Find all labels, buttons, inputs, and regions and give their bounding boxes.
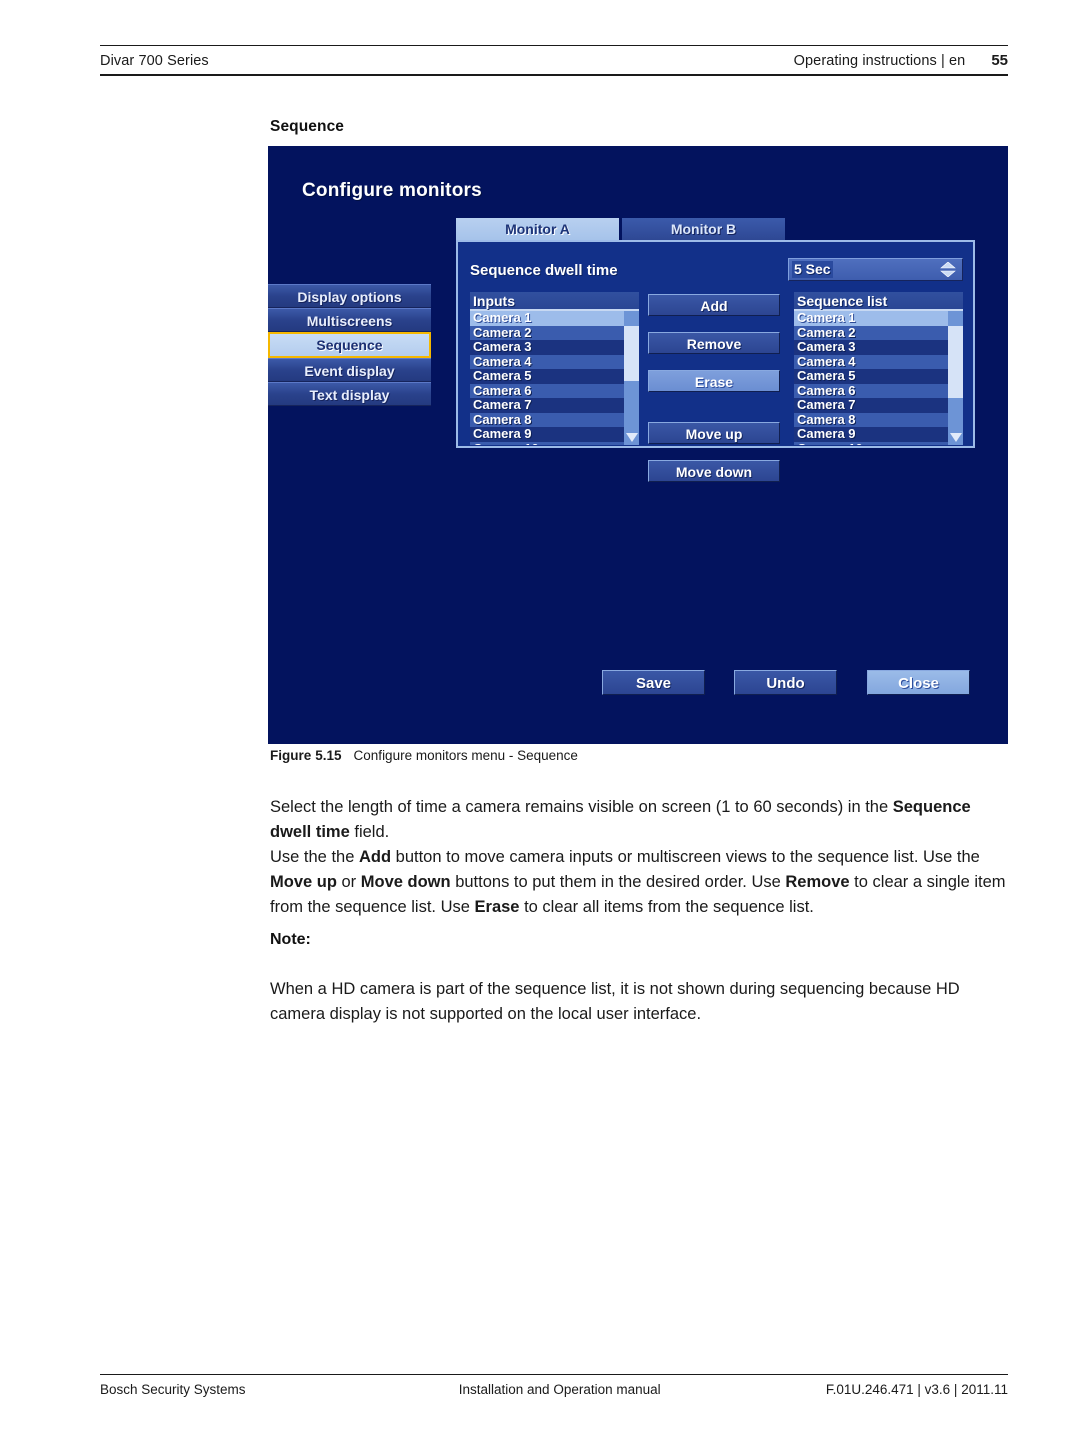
para2-bold-remove: Remove <box>785 873 850 891</box>
chevron-down-icon[interactable] <box>948 430 963 445</box>
inputs-list-item[interactable]: Camera 9 <box>470 427 624 442</box>
page-footer: Bosch Security Systems Installation and … <box>100 1374 1008 1397</box>
footer-row: Bosch Security Systems Installation and … <box>100 1375 1008 1397</box>
sequence-list-item[interactable]: Camera 3 <box>794 340 948 355</box>
inputs-list-scrollbar[interactable] <box>624 311 639 445</box>
tab-monitor-a[interactable]: Monitor A <box>456 218 619 240</box>
dwell-time-label: Sequence dwell time <box>470 262 618 279</box>
save-button[interactable]: Save <box>602 670 705 695</box>
sequence-list-item[interactable]: Camera 7 <box>794 398 948 413</box>
ui-window-title: Configure monitors <box>302 180 482 201</box>
para2-part-c: or <box>336 873 361 891</box>
sequence-list-item[interactable]: Camera 10 <box>794 441 948 445</box>
figure-image-configure-monitors: Configure monitors Monitor A Monitor B D… <box>268 146 1008 744</box>
sidebar-nav-list: Display options Multiscreens Sequence Ev… <box>268 284 431 406</box>
move-up-button[interactable]: Move up <box>648 422 780 444</box>
inputs-list-body: Camera 1 Camera 2 Camera 3 Camera 4 Camera 5… <box>470 311 639 445</box>
inputs-list-item[interactable]: Camera 1 <box>470 311 624 326</box>
inputs-list-item[interactable]: Camera 10 <box>470 441 624 445</box>
footer-company: Bosch Security Systems <box>100 1382 246 1397</box>
page-header: Divar 700 Series Operating instructions … <box>100 45 1008 76</box>
figure-caption-text: Configure monitors menu - Sequence <box>353 748 578 763</box>
para2-bold-erase: Erase <box>474 898 520 916</box>
dwell-time-value: 5 Sec <box>792 261 833 278</box>
inputs-scrollbar-thumb[interactable] <box>624 325 639 381</box>
inputs-list-block: Inputs Camera 1 Camera 2 Camera 3 Camera 4C… <box>470 292 639 445</box>
inputs-list-item[interactable]: Camera 8 <box>470 412 624 427</box>
para2-bold-move-down: Move down <box>360 873 451 891</box>
inputs-list-item[interactable]: Camera 2 <box>470 325 624 340</box>
sequence-list-scrollbar[interactable] <box>948 311 963 445</box>
sequence-list-header: Sequence list <box>794 292 963 311</box>
sequence-list-body: Camera 1 Camera 2 Camera 3 Camera 4 Camera 5… <box>794 311 963 445</box>
chevron-down-icon[interactable] <box>624 430 639 445</box>
para2-bold-add: Add <box>358 848 392 866</box>
sidebar-item-text-display[interactable]: Text display <box>268 382 431 406</box>
sequence-scrollbar-thumb[interactable] <box>948 325 963 398</box>
sequence-scrollbar-cap <box>948 311 963 326</box>
header-doc-type: Operating instructions | en <box>793 53 966 69</box>
figure-caption-number: 5.15 <box>315 748 342 763</box>
header-right-group: Operating instructions | en 55 <box>794 52 1008 69</box>
inputs-list-item[interactable]: Camera 4 <box>470 354 624 369</box>
sequence-list-block: Sequence list Camera 1 Camera 2 Camera 3 Ca… <box>794 292 963 445</box>
header-product-title: Divar 700 Series <box>100 53 209 69</box>
note-text: When a HD camera is part of the sequence… <box>270 980 960 1023</box>
updown-diamond-icon[interactable] <box>940 262 956 277</box>
inputs-list-header: Inputs <box>470 292 639 311</box>
footer-manual-title: Installation and Operation manual <box>458 1382 661 1397</box>
monitor-tabs: Monitor A Monitor B <box>456 218 785 240</box>
remove-button[interactable]: Remove <box>648 332 780 354</box>
paragraph-dwell-time: Select the length of time a camera remai… <box>270 795 1008 845</box>
footer-doc-id: F.01U.246.471 | v3.6 | 2011.11 <box>825 1382 1008 1397</box>
inputs-list-item[interactable]: Camera 7 <box>470 398 624 413</box>
inputs-list-item[interactable]: Camera 5 <box>470 369 624 384</box>
sequence-list-item[interactable]: Camera 9 <box>794 427 948 442</box>
sequence-list-item[interactable]: Camera 6 <box>794 383 948 398</box>
inputs-list-item[interactable]: Camera 6 <box>470 383 624 398</box>
inputs-list-rows[interactable]: Camera 1 Camera 2 Camera 3 Camera 4 Camera 5… <box>470 311 624 445</box>
undo-button[interactable]: Undo <box>734 670 837 695</box>
sidebar-item-event-display[interactable]: Event display <box>268 358 431 382</box>
dwell-time-select[interactable]: 5 Sec <box>788 258 963 281</box>
sequence-settings-panel: Sequence dwell time 5 Sec Inputs Camera … <box>456 240 975 482</box>
para2-part-f: to clear all items from the sequence lis… <box>519 898 814 916</box>
figure-caption: Figure 5.15 Configure monitors menu - Sequ… <box>270 748 578 763</box>
header-rule-bottom <box>100 74 1008 76</box>
erase-button[interactable]: Erase <box>648 370 780 392</box>
para2-bold-move-up: Move up <box>270 873 337 891</box>
sequence-list-item[interactable]: Camera 5 <box>794 369 948 384</box>
sequence-list-item[interactable]: Camera 4 <box>794 354 948 369</box>
section-heading: Sequence <box>270 118 345 135</box>
para2-part-d: buttons to put them in the desired order… <box>450 873 786 891</box>
inputs-list-item[interactable]: Camera 3 <box>470 340 624 355</box>
sidebar-item-display-options[interactable]: Display options <box>268 284 431 308</box>
sequence-list-item[interactable]: Camera 1 <box>794 311 948 326</box>
sidebar-item-sequence[interactable]: Sequence <box>268 332 431 358</box>
inputs-scrollbar-cap <box>624 311 639 326</box>
para2-part-a: Use the the <box>270 848 359 866</box>
header-page-number: 55 <box>991 52 1008 69</box>
header-row: Divar 700 Series Operating instructions … <box>100 46 1008 74</box>
add-button[interactable]: Add <box>648 294 780 316</box>
para1-part-a: Select the length of time a camera remai… <box>270 798 893 816</box>
sequence-list-item[interactable]: Camera 2 <box>794 325 948 340</box>
close-button[interactable]: Close <box>867 670 970 695</box>
para2-part-b: button to move camera inputs or multiscr… <box>391 848 980 866</box>
para1-part-b: field. <box>349 823 390 841</box>
sequence-list-item[interactable]: Camera 8 <box>794 412 948 427</box>
move-down-button[interactable]: Move down <box>648 460 780 482</box>
tab-monitor-b[interactable]: Monitor B <box>622 218 785 240</box>
note-heading: Note: <box>270 931 311 948</box>
sidebar-item-multiscreens[interactable]: Multiscreens <box>268 308 431 332</box>
paragraph-buttons-usage: Use the the Add button to move camera in… <box>270 845 1008 920</box>
sequence-list-rows[interactable]: Camera 1 Camera 2 Camera 3 Camera 4 Camera 5… <box>794 311 948 445</box>
figure-caption-label: Figure <box>270 748 312 763</box>
